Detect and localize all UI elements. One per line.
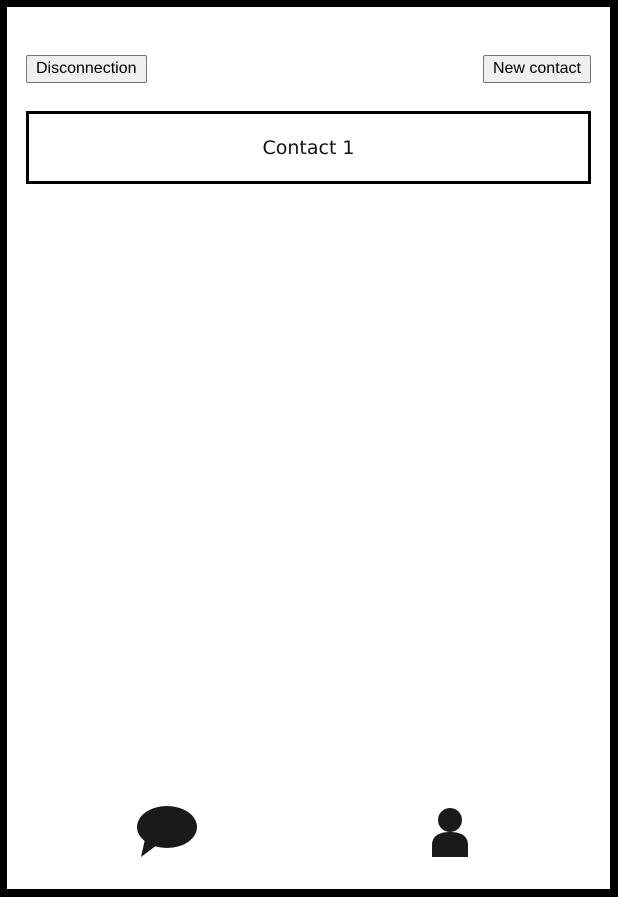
contact-item[interactable]: Contact 1 bbox=[26, 111, 591, 184]
user-icon bbox=[432, 808, 468, 857]
top-toolbar: Disconnection New contact bbox=[26, 55, 591, 83]
nav-chat[interactable] bbox=[135, 801, 199, 862]
contact-name: Contact 1 bbox=[262, 136, 355, 159]
new-contact-button[interactable]: New contact bbox=[482, 55, 591, 83]
bottom-nav bbox=[7, 797, 610, 857]
disconnect-button[interactable]: Disconnection bbox=[26, 55, 147, 83]
app-screen: Disconnection New contact Contact 1 bbox=[7, 7, 610, 889]
contact-list: Contact 1 bbox=[26, 111, 591, 184]
speech-bubble-icon bbox=[137, 806, 197, 857]
nav-profile[interactable] bbox=[431, 801, 469, 862]
